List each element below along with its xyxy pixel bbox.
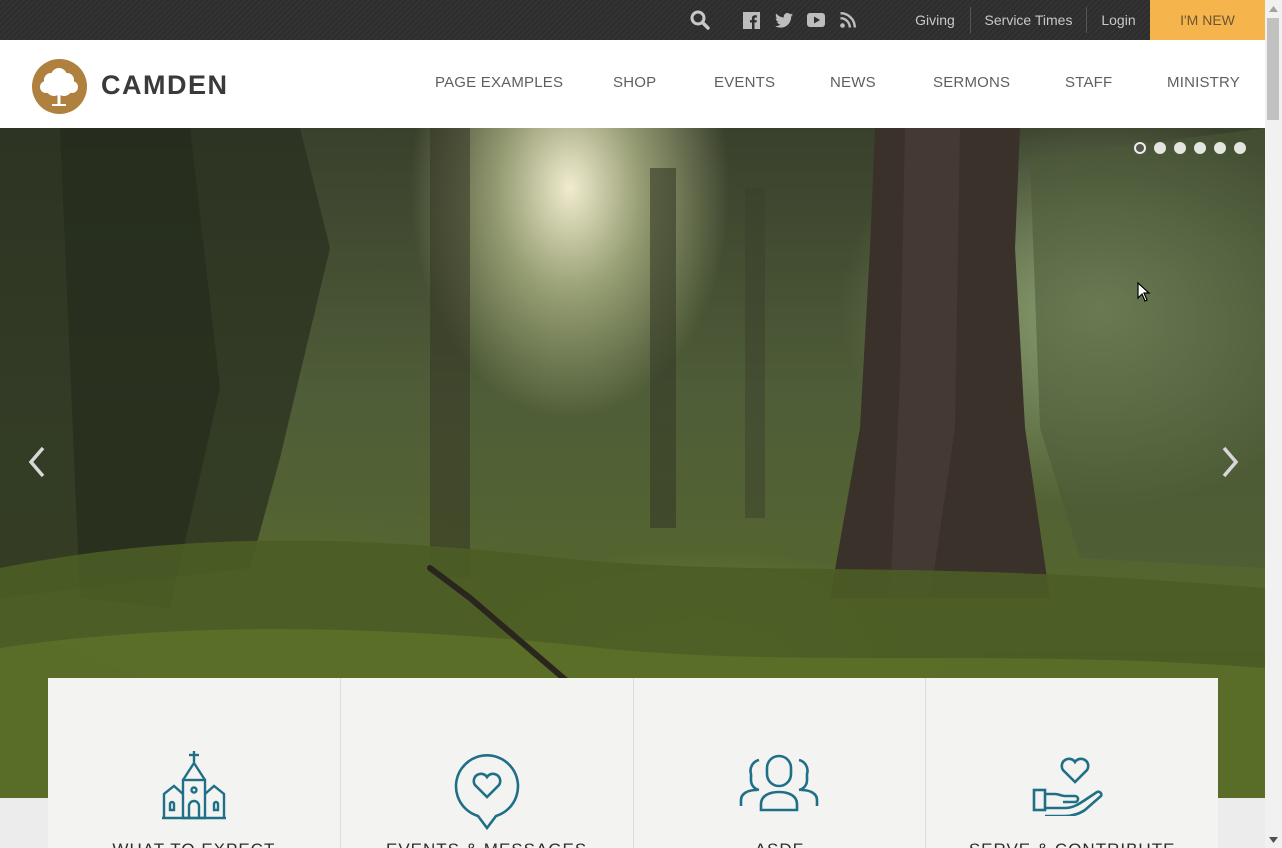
card-title: ASDF xyxy=(634,840,926,848)
login-link[interactable]: Login xyxy=(1087,0,1150,40)
slider-dot[interactable] xyxy=(1214,142,1226,154)
heart-bubble-icon xyxy=(452,750,522,837)
card-title: SERVE & CONTRIBUTE xyxy=(926,840,1218,848)
search-icon[interactable] xyxy=(688,0,712,40)
service-times-link[interactable]: Service Times xyxy=(971,0,1086,40)
mouse-cursor-icon xyxy=(1137,281,1151,307)
scroll-down-icon[interactable] xyxy=(1265,831,1282,848)
page-scrollbar[interactable] xyxy=(1265,0,1282,848)
slider-dot[interactable] xyxy=(1154,142,1166,154)
scrollbar-thumb[interactable] xyxy=(1267,18,1279,120)
chevron-left-icon[interactable] xyxy=(22,440,52,484)
scroll-up-icon[interactable] xyxy=(1265,0,1282,17)
people-icon xyxy=(739,750,819,817)
nav-page-examples[interactable]: PAGE EXAMPLES xyxy=(435,40,563,128)
nav-news[interactable]: NEWS xyxy=(830,40,876,128)
tree-logo-icon[interactable] xyxy=(32,59,87,114)
feature-cards: WHAT TO EXPECT EVENTS & MESSAGES ASDF xyxy=(48,678,1218,848)
site-header: CAMDEN PAGE EXAMPLES SHOP EVENTS NEWS SE… xyxy=(0,40,1265,128)
nav-events[interactable]: EVENTS xyxy=(714,40,775,128)
card-title: WHAT TO EXPECT xyxy=(48,840,340,848)
rss-icon[interactable] xyxy=(838,0,858,40)
nav-sermons[interactable]: SERMONS xyxy=(933,40,1010,128)
twitter-icon[interactable] xyxy=(773,0,795,40)
slider-dot[interactable] xyxy=(1134,142,1146,154)
slider-dot[interactable] xyxy=(1194,142,1206,154)
card-what-to-expect[interactable]: WHAT TO EXPECT xyxy=(48,678,341,848)
nav-staff[interactable]: STAFF xyxy=(1065,40,1112,128)
chevron-right-icon[interactable] xyxy=(1215,440,1245,484)
slider-dot[interactable] xyxy=(1234,142,1246,154)
im-new-button[interactable]: I'M NEW xyxy=(1150,0,1265,40)
hand-heart-icon xyxy=(1032,750,1112,821)
card-events-messages[interactable]: EVENTS & MESSAGES xyxy=(341,678,634,848)
slider-dot[interactable] xyxy=(1174,142,1186,154)
card-serve-contribute[interactable]: SERVE & CONTRIBUTE xyxy=(926,678,1218,848)
facebook-icon[interactable] xyxy=(741,0,761,40)
slider-pagination xyxy=(1134,142,1246,154)
nav-shop[interactable]: SHOP xyxy=(613,40,656,128)
top-utility-bar: Giving Service Times Login I'M NEW xyxy=(0,0,1265,40)
giving-link[interactable]: Giving xyxy=(900,0,970,40)
card-asdf[interactable]: ASDF xyxy=(634,678,927,848)
brand-name[interactable]: CAMDEN xyxy=(101,70,229,101)
nav-ministry[interactable]: MINISTRY xyxy=(1167,40,1240,128)
card-title: EVENTS & MESSAGES xyxy=(341,840,633,848)
church-icon xyxy=(161,750,227,825)
youtube-icon[interactable] xyxy=(805,0,827,40)
